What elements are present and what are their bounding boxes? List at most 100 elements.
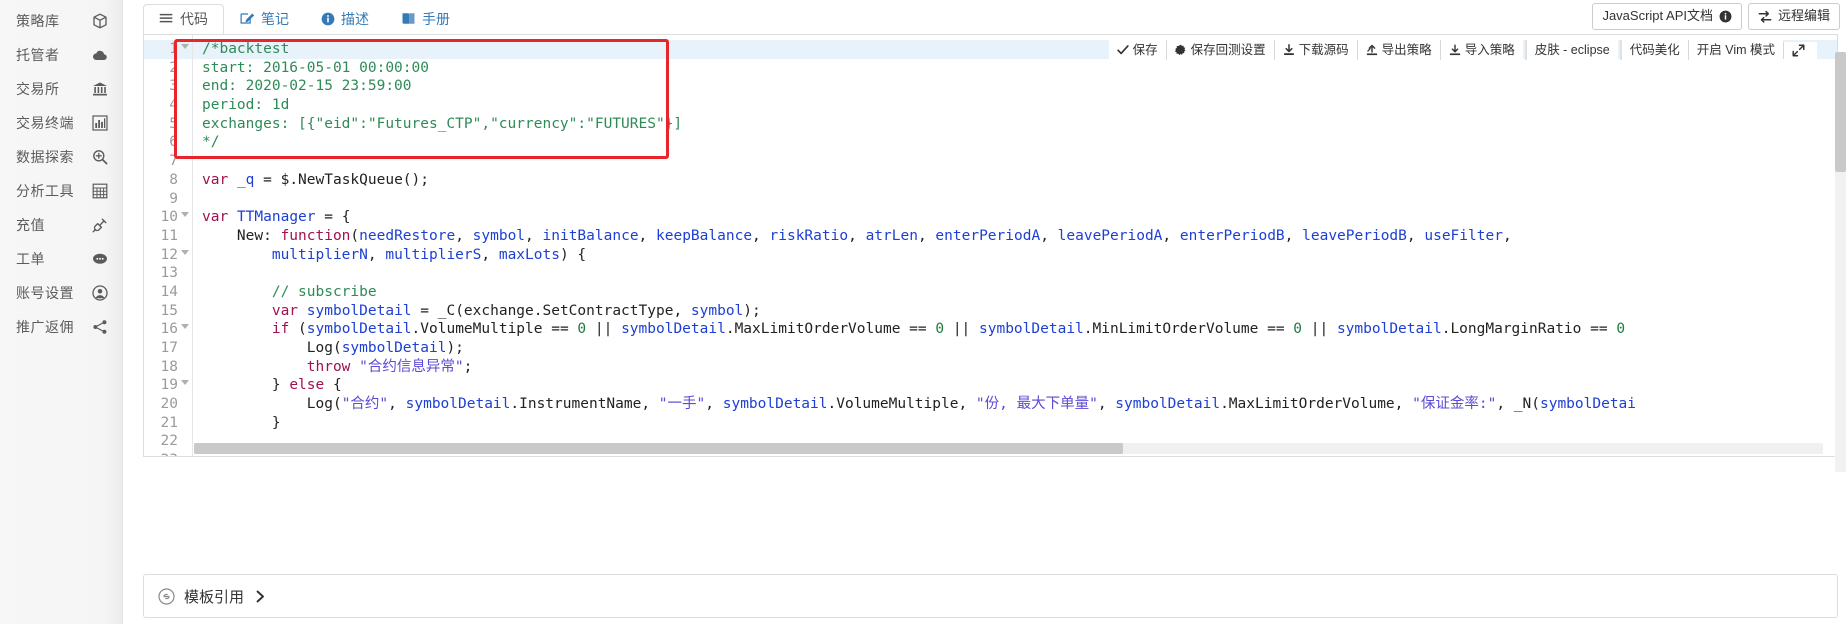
editor-toolbar-button-2[interactable]: 下载源码 [1273,40,1357,60]
line-number: 4 [169,97,178,114]
code-token: ( [350,227,360,244]
code-token: , [917,227,936,244]
info-circle-icon [1719,10,1732,23]
exchange-icon [1758,10,1772,24]
editor-toolbar-button-8[interactable] [1783,41,1817,59]
vertical-scrollbar-thumb[interactable] [1835,52,1846,172]
editor-toolbar-button-3[interactable]: 导出策略 [1356,40,1440,60]
sidebar: 策略库托管者 交易所 交易终端 数据探索 分析工具 充值 工单 账号设置 推广返佣 [0,0,123,624]
code-token: .MaxLimitOrderVolume == [725,321,936,338]
sidebar-item-7[interactable]: 工单 [0,242,122,276]
sidebar-item-2[interactable]: 交易所 [0,72,122,106]
top-right-actions: JavaScript API文档 远程编辑 [1592,3,1840,34]
editor-toolbar-label: 皮肤 - eclipse [1534,43,1610,57]
editor-toolbar-button-4[interactable]: 导入策略 [1439,40,1523,60]
code-token: _q [236,171,255,188]
tab-label: 代码 [180,11,208,27]
topbar-button-0[interactable]: JavaScript API文档 [1592,3,1742,30]
sidebar-item-4[interactable]: 数据探索 [0,140,122,174]
horizontal-scrollbar[interactable] [194,443,1823,454]
topbar-button-1[interactable]: 远程编辑 [1747,3,1840,30]
fold-triangle-icon[interactable] [181,212,189,218]
tab-3[interactable]: 手册 [385,3,466,35]
sidebar-item-label: 策略库 [16,13,60,29]
code-line: } else { [202,376,1837,395]
fold-triangle-icon[interactable] [181,380,189,386]
code-token: , [1162,227,1180,244]
line-number: 19 [144,376,192,395]
vertical-scrollbar[interactable] [1835,52,1846,472]
line-number: 16 [144,320,192,339]
editor-toolbar-button-1[interactable]: 保存回测设置 [1165,40,1274,60]
code-token: keepBalance [656,227,753,244]
code-token: symbolDetail [405,396,511,413]
code-line: multiplierN, multiplierS, maxLots) { [202,246,1837,265]
code-token: || [1302,321,1337,338]
line-number: 17 [160,340,178,356]
code-token: , [1502,227,1512,244]
code-editor-panel: 保存 保存回测设置 下载源码 导出策略 导入策略 皮肤 - eclipse 代码美化 开启 V… [143,34,1838,457]
topbar-button-label: JavaScript API文档 [1602,8,1713,24]
code-token: enterPeriodA [935,227,1041,244]
code-token: , [525,227,543,244]
tab-1[interactable]: 笔记 [224,3,305,35]
editor-toolbar-button-0[interactable]: 保存 [1108,40,1166,60]
editor-toolbar-button-5[interactable]: 皮肤 - eclipse [1524,40,1618,60]
expand-icon [1792,43,1805,57]
code-token: multiplierN [271,246,368,263]
template-reference-bar[interactable]: 模板引用 [143,574,1838,618]
code-line: start: 2016-05-01 00:00:00 [202,59,1837,78]
code-line: end: 2020-02-15 23:59:00 [202,77,1837,96]
edit-icon [240,11,255,26]
code-token: "合约信息异常" [359,358,464,375]
code-token: symbolDetail [722,396,828,413]
editor-toolbar-label: 导出策略 [1381,43,1432,57]
code-token: = { [315,209,351,226]
code-token: end: 2020-02-15 23:59:00 [202,78,412,95]
editor-toolbar-button-7[interactable]: 开启 Vim 模式 [1687,40,1783,60]
code-token: , [455,227,473,244]
code-token: 0 [1293,321,1303,338]
code-area[interactable]: 1234567891011121314151617181920212223 /*… [144,35,1837,456]
code-token: start: 2016-05-01 00:00:00 [202,59,429,76]
fold-triangle-icon[interactable] [181,249,189,255]
code-token: maxLots [498,246,560,263]
line-number: 7 [169,153,178,170]
line-number: 21 [160,414,178,431]
editor-toolbar: 保存 保存回测设置 下载源码 导出策略 导入策略 皮肤 - eclipse 代码美化 开启 V… [1108,40,1817,60]
code-line: exchanges: [{"eid":"Futures_CTP","curren… [202,115,1837,134]
code-token: ; [463,358,473,375]
code-token: New: [202,227,281,244]
code-token: , [848,227,866,244]
sidebar-item-0[interactable]: 策略库 [0,4,122,38]
top-bar: 代码 笔记 描述 手册 JavaScript API文档 远程编辑 [123,0,1846,35]
search-plus-icon [92,149,108,165]
editor-toolbar-button-6[interactable]: 代码美化 [1619,40,1688,60]
code-token: .VolumeMultiple == [411,321,578,338]
fold-triangle-icon[interactable] [181,324,189,330]
horizontal-scrollbar-thumb[interactable] [194,443,1123,454]
code-token: .InstrumentName, [510,396,659,413]
line-number: 20 [160,396,178,413]
tab-0[interactable]: 代码 [143,4,224,35]
sidebar-item-9[interactable]: 推广返佣 [0,310,122,344]
sidebar-item-6[interactable]: 充值 [0,208,122,242]
tab-2[interactable]: 描述 [305,4,385,35]
code-line: // subscribe [202,283,1837,302]
sidebar-item-5[interactable]: 分析工具 [0,174,122,208]
plug-icon [92,217,108,233]
code-line: } [202,414,1837,433]
line-number: 13 [160,265,178,282]
code-token: // subscribe [202,283,377,300]
code-text[interactable]: /*backtest start: 2016-05-01 00:00:00 end:… [193,35,1837,456]
sidebar-item-3[interactable]: 交易终端 [0,106,122,140]
sidebar-item-8[interactable]: 账号设置 [0,276,122,310]
sidebar-item-1[interactable]: 托管者 [0,38,122,72]
fold-triangle-icon[interactable] [181,44,189,49]
code-token: symbolDetail [306,321,412,338]
comment-icon [92,251,108,267]
